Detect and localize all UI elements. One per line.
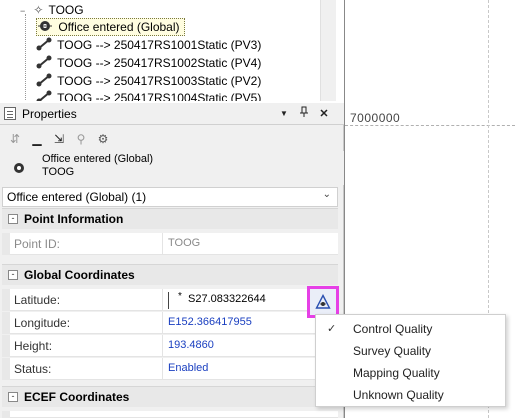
category-global-coordinates[interactable]: - Global Coordinates: [2, 264, 338, 285]
property-row-status[interactable]: Status: Enabled: [2, 358, 338, 380]
menu-item-unknown-quality[interactable]: Unknown Quality: [316, 384, 505, 406]
vector-icon: [36, 90, 52, 101]
property-row-height[interactable]: Height: 193.4860: [2, 335, 338, 357]
object-id: TOOG: [42, 166, 75, 178]
latitude-input[interactable]: * S27.083322644: [168, 291, 308, 309]
checkmark-icon: ✓: [327, 323, 337, 335]
control-point-icon: [38, 21, 52, 31]
menu-item-mapping-quality[interactable]: Mapping Quality: [316, 362, 505, 384]
object-name: Office entered (Global): [42, 153, 154, 165]
tree-item-label: TOOG --> 250417RS1003Static (PV2): [57, 74, 262, 88]
vector-icon: [36, 37, 52, 51]
property-name: Longitude:: [14, 316, 71, 330]
collapse-all-icon[interactable]: ▁: [28, 131, 46, 147]
zoom-to-icon[interactable]: ⚲: [72, 131, 90, 147]
category-label: ECEF Coordinates: [24, 390, 130, 404]
tree-item-selected-point[interactable]: Office entered (Global): [36, 18, 185, 36]
property-name: Height:: [14, 339, 53, 353]
property-row-latitude[interactable]: Latitude: * S27.083322644: [2, 289, 338, 311]
properties-icon: [4, 107, 16, 120]
menu-item-label: Survey Quality: [353, 344, 432, 358]
tree-item-label: Office entered (Global): [58, 20, 180, 34]
tree-item-label: TOOG --> 250417RS1002Static (PV4): [57, 56, 262, 70]
tree-item-vector[interactable]: TOOG --> 250417RS1004Static (PV5): [36, 89, 261, 101]
collapse-icon[interactable]: −: [20, 2, 30, 20]
category-point-information[interactable]: - Point Information: [2, 208, 338, 229]
properties-title: Properties: [22, 107, 77, 121]
sort-icon[interactable]: ⇵: [6, 131, 24, 147]
chevron-down-icon: ⌄: [322, 189, 331, 200]
menu-item-control-quality[interactable]: ✓ Control Quality: [316, 318, 505, 340]
collapse-icon[interactable]: -: [8, 214, 18, 224]
property-value: Enabled: [168, 362, 209, 374]
property-value: E152.366417955: [168, 316, 252, 328]
quality-menu: ✓ Control Quality Survey Quality Mapping…: [315, 314, 506, 407]
property-row-point-id[interactable]: Point ID: TOOG: [2, 233, 338, 255]
point-node-icon: ✧: [33, 3, 44, 17]
selected-object-header: Office entered (Global) TOOG: [0, 151, 344, 185]
property-row-longitude[interactable]: Longitude: E152.366417955: [2, 312, 338, 334]
vector-icon: [36, 55, 52, 69]
quality-triangle-icon: [315, 294, 331, 309]
menu-item-survey-quality[interactable]: Survey Quality: [316, 340, 505, 362]
property-value: TOOG: [168, 237, 201, 249]
property-name: Status:: [14, 362, 52, 376]
object-select-value: Office entered (Global) (1): [7, 190, 147, 204]
menu-item-label: Control Quality: [353, 322, 433, 336]
object-select[interactable]: Office entered (Global) (1) ⌄: [2, 187, 338, 207]
category-label: Global Coordinates: [24, 268, 135, 282]
latitude-value: S27.083322644: [188, 293, 266, 305]
properties-title-bar: Properties ▼ ✕: [0, 103, 344, 125]
property-value: 193.4860: [168, 339, 214, 351]
category-ecef-coordinates[interactable]: - ECEF Coordinates: [2, 386, 338, 407]
edited-marker: *: [178, 291, 182, 302]
tree-root-label: TOOG: [48, 3, 84, 17]
map-grid-line: [345, 125, 515, 126]
categorize-icon[interactable]: ⇲: [50, 131, 68, 147]
close-icon[interactable]: ✕: [316, 106, 332, 122]
vector-icon: [36, 73, 52, 87]
tree-item-vector[interactable]: TOOG --> 250417RS1001Static (PV3): [36, 36, 261, 54]
panel-menu-icon[interactable]: ▼: [276, 106, 292, 122]
properties-panel: Properties ▼ ✕ ⇵ ▁ ⇲ ⚲ ⚙ Office entered …: [0, 103, 344, 418]
tree-scrollbar[interactable]: [320, 0, 336, 101]
category-label: Point Information: [24, 212, 124, 226]
control-point-icon: [14, 163, 24, 173]
properties-toolbar: ⇵ ▁ ⇲ ⚲ ⚙: [0, 127, 344, 151]
tree-connector-line: [25, 14, 26, 101]
collapse-icon[interactable]: -: [8, 392, 18, 402]
collapse-icon[interactable]: -: [8, 270, 18, 280]
map-grid-label: 7000000: [350, 111, 401, 125]
tree-item-vector[interactable]: TOOG --> 250417RS1003Static (PV2): [36, 72, 261, 90]
pin-icon[interactable]: [296, 106, 312, 122]
tree-item-label: TOOG --> 250417RS1001Static (PV3): [57, 38, 262, 52]
tree-item-vector[interactable]: TOOG --> 250417RS1002Static (PV4): [36, 54, 261, 72]
menu-item-label: Unknown Quality: [353, 388, 444, 402]
tree-item-label: TOOG --> 250417RS1004Static (PV5): [57, 91, 262, 101]
tree-root-node[interactable]: − ✧ TOOG: [20, 1, 84, 19]
project-tree: − ✧ TOOG Office entered (Global) TOOG --…: [0, 0, 336, 101]
property-row-partial: [2, 411, 338, 418]
menu-item-label: Mapping Quality: [353, 366, 440, 380]
property-name: Latitude:: [14, 293, 61, 307]
settings-icon[interactable]: ⚙: [94, 131, 112, 147]
property-name: Point ID:: [14, 237, 61, 251]
